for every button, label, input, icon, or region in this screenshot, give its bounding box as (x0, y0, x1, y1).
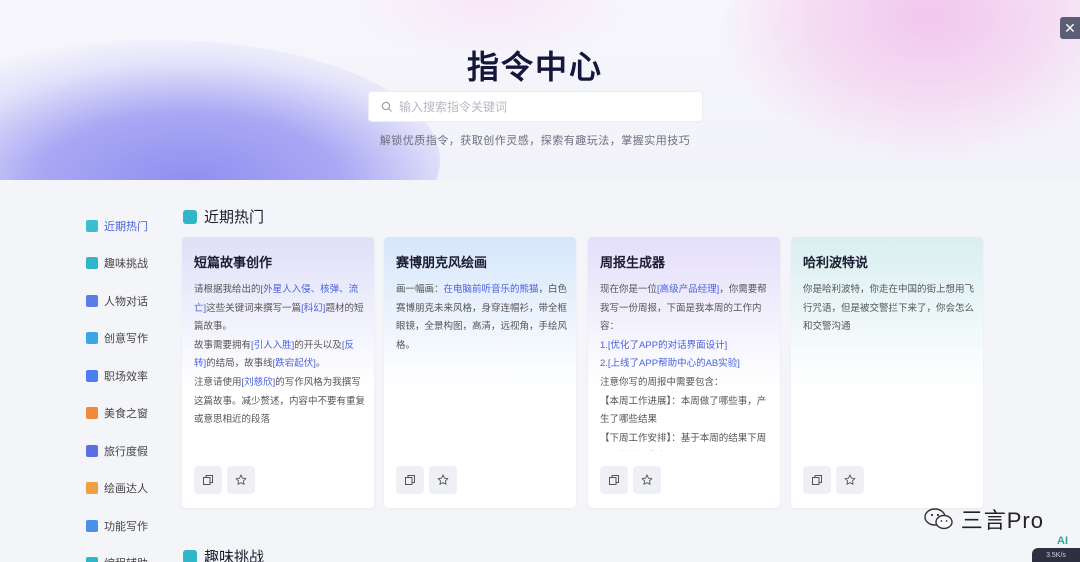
close-button[interactable]: ✕ (1060, 17, 1080, 39)
copy-icon (609, 475, 619, 485)
sidebar-item[interactable]: 创意写作 (86, 320, 166, 358)
section-title-label: 趣味挑战 (204, 549, 265, 562)
sidebar-item-label: 人物对话 (104, 295, 148, 308)
wechat-icon (924, 508, 953, 530)
fire-icon (86, 219, 98, 232)
copy-icon (812, 475, 822, 485)
hero-banner: 指令中心 解锁优质指令，获取创作灵感，探索有趣玩法，掌握实用技巧 (0, 0, 1080, 180)
section-title: 近期热门 (183, 206, 264, 227)
copy-button[interactable] (396, 466, 424, 494)
sidebar-item[interactable]: 旅行度假 (86, 432, 166, 470)
watermark: 三言Pro (923, 503, 1044, 535)
doc-icon (86, 519, 98, 532)
sidebar-item[interactable]: 美食之窗 (86, 395, 166, 433)
sidebar-item-label: 趣味挑战 (104, 258, 148, 271)
favorite-button[interactable] (429, 466, 457, 494)
send-icon (86, 369, 98, 382)
page-title: 指令中心 (466, 49, 603, 85)
fire-icon (183, 209, 197, 224)
sidebar-item-label: 旅行度假 (104, 445, 148, 458)
search-icon (381, 101, 392, 112)
search-input[interactable] (399, 99, 679, 114)
card-prompt-text: 画一幅画：在电脑前听音乐的熊猫，白色赛博朋克未来风格，身穿连帽衫，带全框眼镜，全… (396, 284, 568, 351)
sidebar-item-label: 近期热门 (104, 220, 148, 233)
hero-subtitle: 解锁优质指令，获取创作灵感，探索有趣玩法，掌握实用技巧 (379, 135, 691, 147)
section-title-label: 近期热门 (204, 209, 265, 226)
card-actions (194, 466, 255, 494)
card-title: 哈利波特说 (803, 255, 869, 270)
trophy-icon (183, 549, 197, 562)
palette-icon (86, 482, 98, 495)
sidebar-item[interactable]: 趣味挑战 (86, 245, 166, 283)
card-prompt-text: 现在你是一位[高级产品经理]，你需要帮我写一份周报，下面是我本周的工作内容： 1.… (600, 284, 767, 444)
star-icon (235, 474, 247, 485)
sidebar-item-label: 创意写作 (104, 333, 148, 346)
code-icon (86, 557, 98, 562)
watermark-text: 三言Pro (960, 508, 1044, 533)
sidebar-item[interactable]: 编程辅助 (86, 545, 166, 562)
sidebar-item-label: 职场效率 (104, 370, 148, 383)
card-prompt-text: 请根据我给出的[外星人入侵、核弹、流亡]这些关键词来撰写一篇[科幻]题材的短篇故… (194, 284, 366, 426)
card-prompt-text: 你是哈利波特，你走在中国的街上想用飞行咒语，但是被交警拦下来了，你会怎么和交警沟… (803, 284, 975, 333)
ai-badge[interactable]: AI (1057, 535, 1068, 547)
search-box[interactable] (368, 91, 703, 122)
card-title: 赛博朋克风绘画 (396, 255, 488, 270)
prompt-card[interactable]: 哈利波特说你是哈利波特，你走在中国的街上想用飞行咒语，但是被交警拦下来了，你会怎… (791, 237, 983, 508)
card-title: 短篇故事创作 (194, 255, 273, 270)
favorite-button[interactable] (836, 466, 864, 494)
sidebar-item-label: 功能写作 (104, 520, 148, 533)
copy-icon (203, 475, 213, 485)
food-icon (86, 407, 98, 420)
person-icon (86, 294, 98, 307)
prompt-card[interactable]: 短篇故事创作请根据我给出的[外星人入侵、核弹、流亡]这些关键词来撰写一篇[科幻]… (182, 237, 374, 508)
category-sidebar: 近期热门趣味挑战人物对话创意写作职场效率美食之窗旅行度假绘画达人功能写作编程辅助 (86, 207, 166, 562)
camera-icon (86, 444, 98, 457)
sidebar-item[interactable]: 近期热门 (86, 207, 166, 245)
copy-icon (405, 475, 415, 485)
sidebar-item-label: 美食之窗 (104, 408, 148, 421)
prompt-card[interactable]: 赛博朋克风绘画画一幅画：在电脑前听音乐的熊猫，白色赛博朋克未来风格，身穿连帽衫，… (384, 237, 576, 508)
section-title: 趣味挑战 (183, 546, 264, 562)
trophy-icon (86, 257, 98, 270)
copy-button[interactable] (194, 466, 222, 494)
copy-button[interactable] (600, 466, 628, 494)
card-actions (803, 466, 864, 494)
star-icon (437, 474, 449, 485)
sidebar-item[interactable]: 绘画达人 (86, 470, 166, 508)
network-speed-widget: 3.5K/s (1032, 548, 1080, 562)
sidebar-item-label: 绘画达人 (104, 483, 148, 496)
copy-button[interactable] (803, 466, 831, 494)
sidebar-item[interactable]: 功能写作 (86, 507, 166, 545)
star-icon (641, 474, 653, 485)
pen-icon (86, 332, 98, 345)
favorite-button[interactable] (227, 466, 255, 494)
card-actions (600, 466, 661, 494)
card-title: 周报生成器 (600, 255, 666, 270)
card-actions (396, 466, 457, 494)
sidebar-item[interactable]: 职场效率 (86, 357, 166, 395)
prompt-card[interactable]: 周报生成器现在你是一位[高级产品经理]，你需要帮我写一份周报，下面是我本周的工作… (588, 237, 780, 508)
star-icon (844, 474, 856, 485)
favorite-button[interactable] (633, 466, 661, 494)
sidebar-item-label: 编程辅助 (104, 555, 148, 562)
sidebar-item[interactable]: 人物对话 (86, 282, 166, 320)
